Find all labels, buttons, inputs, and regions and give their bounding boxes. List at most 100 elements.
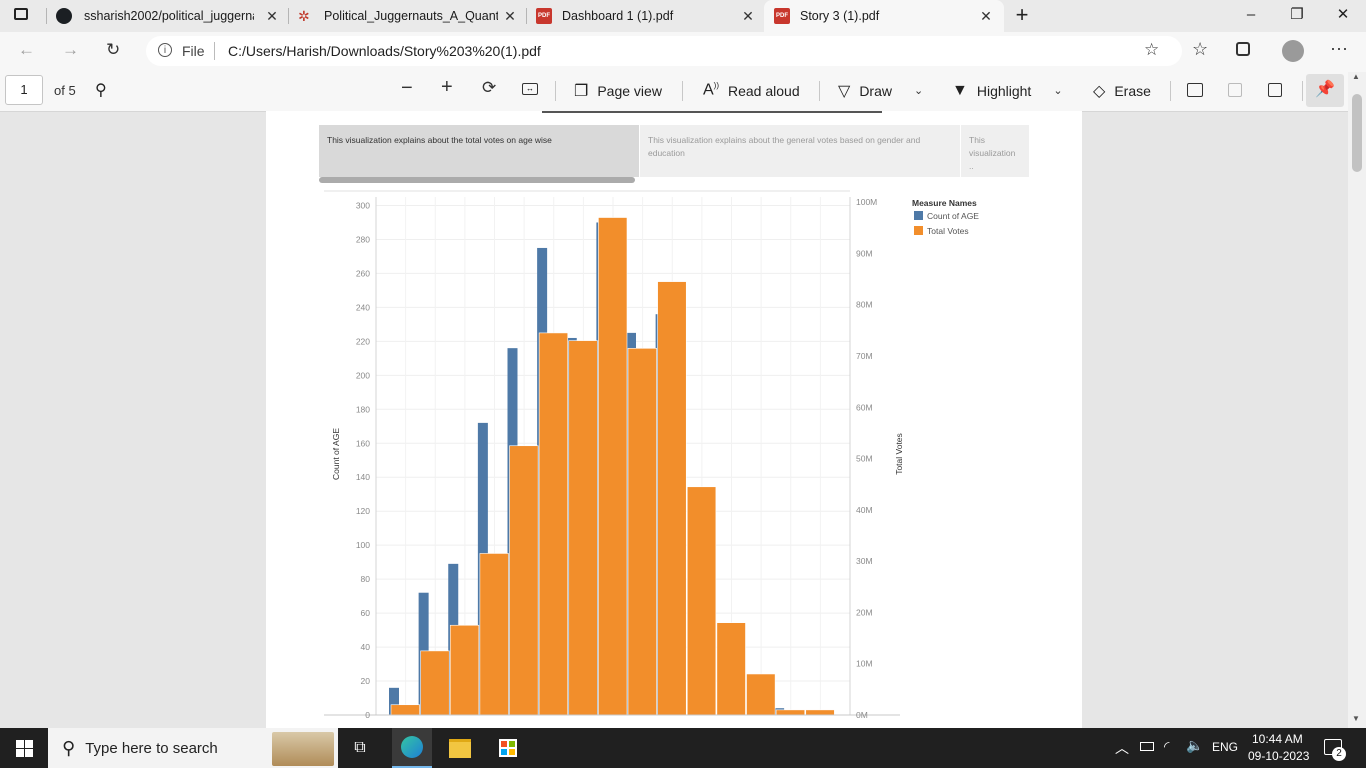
show-hidden-icons[interactable]: ︿ [1115, 738, 1129, 758]
tab-actions-icon[interactable] [14, 8, 28, 20]
chevron-down-icon[interactable]: ⌄ [914, 84, 923, 97]
read-aloud-icon: A)) [703, 81, 719, 99]
battery-icon[interactable] [1140, 742, 1154, 751]
github-icon [56, 8, 72, 24]
start-button[interactable] [0, 728, 48, 768]
pdf-page: This visualization explains about the to… [266, 111, 1082, 729]
bar-total-votes [538, 332, 569, 716]
read-aloud-button[interactable]: A)) Read aloud [703, 70, 800, 111]
pdf-toolbar: 1 of 5 ⚲ − + ⟳ ↔ ❐ Page view A)) Read alou… [0, 70, 1366, 112]
story-caption-2[interactable]: This visualization explains about the ge… [640, 125, 960, 177]
left-tick-label: 140 [356, 472, 370, 482]
edge-taskbar-icon[interactable] [392, 728, 432, 768]
close-tab-icon[interactable]: ✕ [978, 8, 994, 24]
url-box[interactable]: i File C:/Users/Harish/Downloads/Story%2… [146, 36, 1182, 66]
scroll-down-icon[interactable]: ▼ [1352, 714, 1360, 723]
refresh-icon[interactable]: ↻ [106, 40, 120, 60]
search-highlight-image [272, 732, 334, 766]
bar-total-votes [509, 445, 539, 716]
page-view-label: Page view [597, 82, 662, 99]
info-icon[interactable]: i [158, 43, 172, 57]
restore-button[interactable]: ❐ [1274, 0, 1320, 32]
erase-button[interactable]: ◇ Erase [1093, 70, 1151, 111]
more-icon[interactable]: ··· [1330, 38, 1348, 59]
save-as-icon[interactable] [1268, 83, 1282, 97]
page-number-input[interactable]: 1 [5, 75, 43, 105]
right-tick-label: 60M [856, 402, 873, 412]
file-explorer-icon[interactable] [440, 728, 480, 768]
close-window-button[interactable]: ✕ [1320, 0, 1366, 32]
search-placeholder: Type here to search [85, 739, 218, 757]
right-tick-label: 90M [856, 248, 873, 258]
legend-label: Total Votes [927, 226, 969, 236]
tab-dashboard-pdf[interactable]: PDF Dashboard 1 (1).pdf ✕ [536, 0, 762, 32]
left-tick-label: 300 [356, 200, 370, 210]
close-tab-icon[interactable]: ✕ [502, 8, 518, 24]
back-icon[interactable]: ← [18, 40, 35, 60]
highlight-label: Highlight [976, 82, 1032, 99]
language-indicator[interactable]: ENG [1212, 740, 1238, 754]
volume-icon[interactable]: 🔈 [1186, 737, 1203, 754]
minimize-button[interactable]: – [1228, 0, 1274, 32]
clock-date[interactable]: 09-10-2023 [1248, 749, 1309, 763]
url-text[interactable]: C:/Users/Harish/Downloads/Story%203%20(1… [228, 43, 541, 59]
bar-total-votes [805, 709, 835, 716]
collections-icon[interactable] [1236, 42, 1250, 56]
tab-label: Dashboard 1 (1).pdf [562, 9, 674, 23]
new-tab-button[interactable]: + [1012, 2, 1032, 28]
close-tab-icon[interactable]: ✕ [740, 8, 756, 24]
wifi-icon[interactable]: ◜ [1164, 738, 1169, 755]
legend-swatch [914, 226, 923, 235]
address-bar: ← → ↻ i File C:/Users/Harish/Downloads/S… [0, 32, 1366, 70]
bar-total-votes [390, 704, 420, 716]
clock-time[interactable]: 10:44 AM [1252, 732, 1303, 746]
scroll-up-icon[interactable]: ▲ [1352, 72, 1360, 81]
bar-total-votes [420, 650, 450, 716]
task-view-icon[interactable]: ⧉ [346, 728, 374, 768]
save-icon[interactable] [1228, 83, 1242, 97]
store-icon[interactable] [488, 728, 528, 768]
zoom-in-icon[interactable]: + [441, 76, 453, 99]
story-caption-3[interactable]: This visualization .. [961, 125, 1029, 177]
profile-avatar[interactable] [1282, 40, 1304, 62]
highlight-button[interactable]: ▼ Highlight ⌄ [952, 70, 1063, 111]
eraser-icon: ◇ [1093, 82, 1106, 100]
search-icon[interactable]: ⚲ [95, 80, 107, 100]
story-scrollbar[interactable] [319, 177, 635, 183]
forward-icon[interactable]: → [62, 40, 79, 60]
bar-total-votes [449, 624, 480, 716]
tab-strip: ssharish2002/political_juggernau ✕ ✲ Pol… [0, 0, 1366, 32]
tab-story-pdf[interactable]: PDF Story 3 (1).pdf ✕ [764, 0, 1004, 32]
bar-total-votes [627, 347, 657, 716]
left-tick-label: 200 [356, 370, 370, 380]
left-tick-label: 80 [361, 574, 371, 584]
draw-button[interactable]: ▽ Draw ⌄ [838, 70, 923, 111]
story-caption-1[interactable]: This visualization explains about the to… [319, 125, 639, 177]
tab-political-juggernauts[interactable]: ✲ Political_Juggernauts_A_Quantita ✕ [298, 0, 524, 32]
page-total: of 5 [54, 83, 76, 98]
taskbar-search[interactable]: ⚲ Type here to search [48, 728, 338, 768]
favorites-icon[interactable]: ☆ [1192, 39, 1208, 60]
left-tick-label: 180 [356, 404, 370, 414]
scroll-thumb[interactable] [1352, 94, 1362, 172]
rotate-icon[interactable]: ⟳ [482, 78, 496, 98]
taskbar: ⚲ Type here to search ⧉ ︿ ◜ 🔈 ENG 10:44 … [0, 728, 1366, 768]
page-view-button[interactable]: ❐ Page view [574, 70, 662, 111]
right-tick-label: 0M [856, 710, 868, 720]
left-tick-label: 240 [356, 302, 370, 312]
page-view-icon: ❐ [574, 82, 589, 100]
close-tab-icon[interactable]: ✕ [264, 8, 280, 24]
tab-label: Political_Juggernauts_A_Quantita [324, 9, 498, 23]
print-icon[interactable] [1187, 83, 1203, 97]
chevron-down-icon[interactable]: ⌄ [1053, 84, 1062, 97]
fit-page-icon[interactable]: ↔ [522, 83, 538, 95]
add-favorite-icon[interactable]: ☆ [1144, 40, 1159, 60]
highlight-icon: ▼ [952, 81, 968, 99]
tab-label: ssharish2002/political_juggernau [84, 9, 254, 23]
read-aloud-label: Read aloud [728, 82, 800, 99]
pin-toolbar-button[interactable]: 📌 [1306, 74, 1344, 107]
vertical-scrollbar[interactable]: ▲ ▼ [1348, 72, 1366, 728]
zoom-out-icon[interactable]: − [401, 77, 413, 100]
caption-text: This visualization explains about the to… [327, 135, 552, 145]
tab-github[interactable]: ssharish2002/political_juggernau ✕ [56, 0, 286, 32]
